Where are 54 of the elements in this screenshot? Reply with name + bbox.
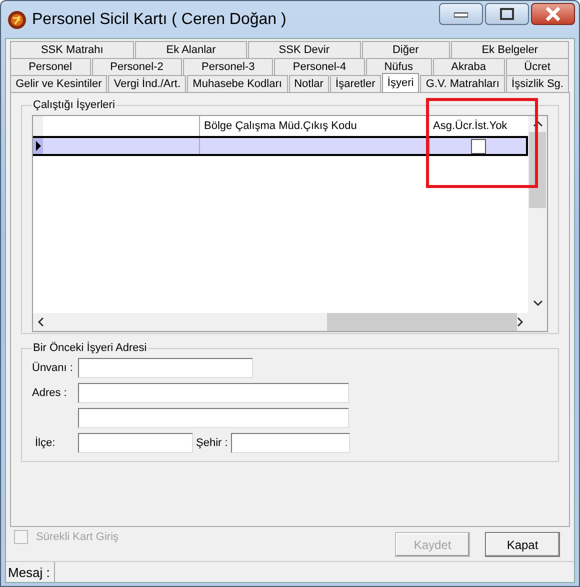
dialog-button[interactable]: Kapat — [485, 532, 560, 557]
tab[interactable]: SSK Matrahı — [10, 41, 134, 58]
row-indicator[interactable] — [33, 138, 43, 154]
tab[interactable]: Personel-2 — [92, 58, 182, 75]
checkbox-label: Sürekli Kart Giriş — [36, 531, 119, 543]
maximize-button[interactable] — [485, 3, 529, 25]
row-pointer-icon — [36, 141, 40, 151]
grid-cell[interactable] — [200, 138, 430, 154]
window-title: Personel Sicil Kartı ( Ceren Doğan ) — [32, 10, 288, 28]
grid-cell[interactable] — [43, 138, 200, 154]
input-field[interactable] — [78, 383, 349, 403]
close-button[interactable] — [531, 3, 575, 25]
checkbox[interactable] — [470, 138, 486, 154]
tab[interactable]: İşyeri — [382, 73, 420, 92]
tab[interactable]: İşaretler — [330, 75, 381, 92]
tab[interactable]: Vergi İnd./Art. — [108, 75, 186, 92]
minimize-button[interactable] — [439, 3, 483, 25]
input-field[interactable] — [230, 433, 350, 453]
field-label: Adres : — [32, 387, 68, 399]
tab[interactable]: Muhasebe Kodları — [187, 75, 288, 92]
grid-cell[interactable] — [430, 138, 526, 154]
input-field[interactable] — [78, 408, 349, 428]
group-title: Bir Önceki İşyeri Adresi — [32, 342, 148, 354]
tab[interactable]: SSK Devir — [248, 41, 360, 58]
tab[interactable]: Ek Alanlar — [135, 41, 247, 58]
vertical-scrollbar[interactable] — [528, 116, 547, 331]
maximize-icon — [500, 8, 514, 20]
horizontal-scrollbar[interactable] — [33, 313, 528, 331]
tab[interactable]: İşsizlik Sg. — [506, 75, 570, 92]
field-label: Şehir : — [195, 437, 229, 449]
group-title: Çalıştığı İşyerleri — [32, 99, 116, 111]
field-label: Ünvanı : — [32, 362, 74, 374]
tab[interactable]: Gelir ve Kesintiler — [10, 75, 108, 92]
tab[interactable]: Ücret — [506, 58, 570, 75]
grid-row[interactable] — [33, 136, 528, 156]
tab[interactable]: G.V. Matrahları — [420, 75, 505, 92]
field-label: İlçe: — [34, 437, 56, 449]
column-header[interactable]: Asg.Ücr.İst.Yok — [429, 116, 528, 136]
tab[interactable]: Personel-3 — [182, 58, 274, 75]
tab[interactable]: Personel — [10, 58, 91, 75]
input-field[interactable] — [78, 433, 193, 453]
close-icon — [545, 7, 561, 21]
tab[interactable]: Akraba — [432, 58, 505, 75]
app-icon — [7, 10, 27, 30]
tab[interactable]: Nüfus — [366, 58, 432, 75]
tab[interactable]: Personel-4 — [274, 58, 365, 75]
tab[interactable]: Ek Belgeler — [450, 41, 569, 58]
tab[interactable]: Diğer — [362, 41, 450, 58]
status-label: Mesaj : — [8, 562, 55, 582]
minimize-icon — [454, 10, 468, 18]
column-header[interactable]: Bölge Çalışma Müd.Çıkış Kodu — [200, 116, 429, 136]
tab[interactable]: Notlar — [288, 75, 329, 92]
input-field[interactable] — [78, 358, 253, 378]
header-corner — [33, 116, 43, 136]
